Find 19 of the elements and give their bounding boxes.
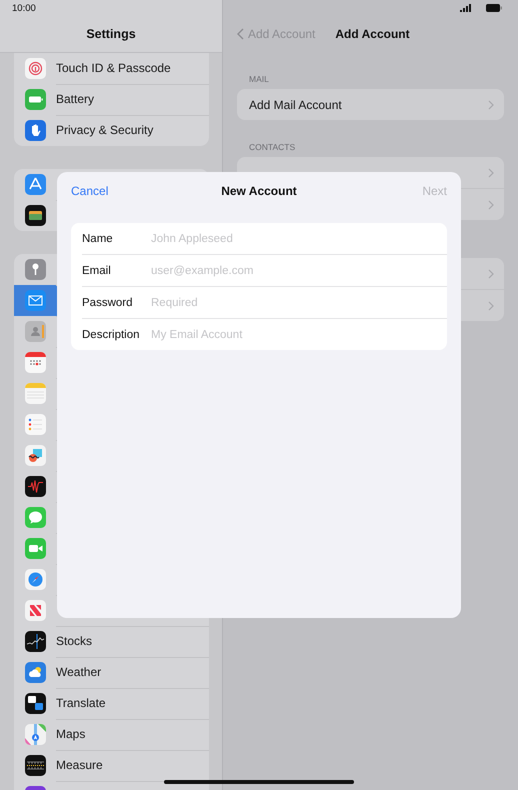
option-label: Add Mail Account bbox=[249, 98, 342, 112]
settings-item-label: Touch ID & Passcode bbox=[56, 61, 171, 75]
sidebar-title: Settings bbox=[86, 27, 136, 41]
field-label: Email bbox=[82, 264, 112, 276]
section-header: MAIL bbox=[249, 74, 270, 84]
page-title: Add Account bbox=[335, 27, 410, 41]
settings-item-label: Maps bbox=[56, 727, 86, 741]
dialog-title: New Account bbox=[221, 184, 297, 198]
settings-item-label: Battery bbox=[56, 92, 94, 106]
section-header: CONTACTS bbox=[249, 142, 296, 152]
field-label: Password bbox=[82, 296, 134, 308]
settings-item-label: Measure bbox=[56, 758, 103, 772]
settings-item-label: Stocks bbox=[56, 634, 92, 648]
settings-item-label: Translate bbox=[56, 696, 106, 710]
field-label: Name bbox=[82, 232, 114, 244]
status-time: 10:00 bbox=[12, 3, 36, 14]
field-label: Description bbox=[82, 328, 141, 340]
settings-item-label: Privacy & Security bbox=[56, 123, 154, 137]
settings-item-label: Weather bbox=[56, 665, 102, 679]
